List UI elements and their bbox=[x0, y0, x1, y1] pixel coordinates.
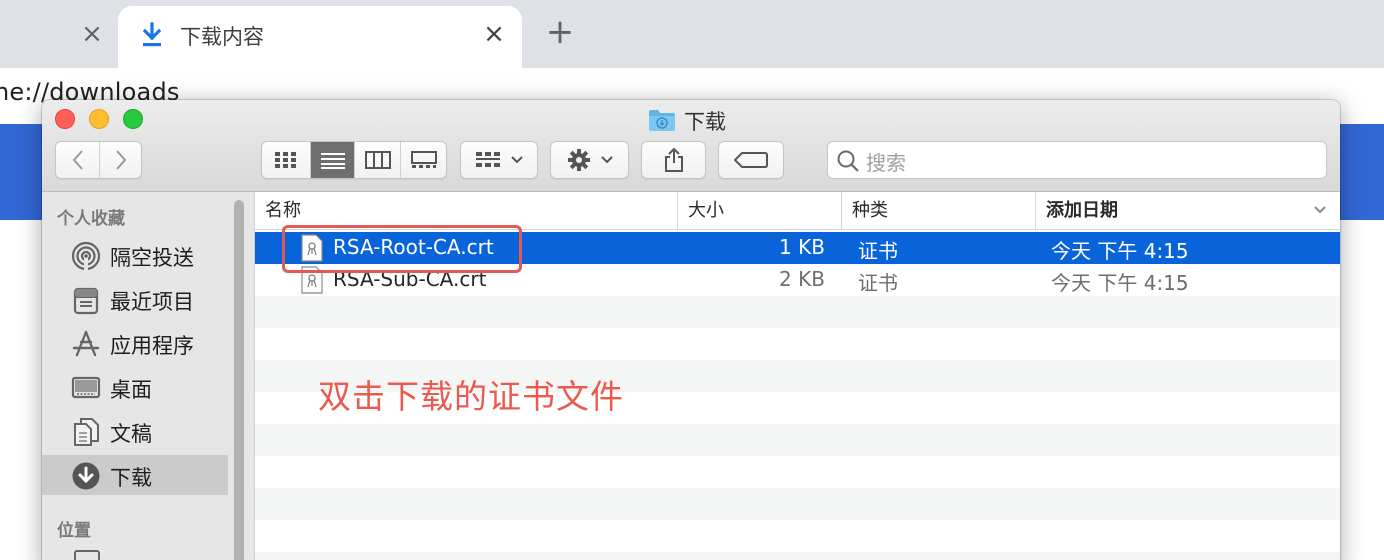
documents-icon bbox=[74, 418, 99, 446]
column-view-button[interactable] bbox=[354, 142, 400, 178]
computer-icon bbox=[74, 550, 100, 560]
previous-tab-close-button[interactable]: × bbox=[78, 20, 106, 48]
sidebar-item-recents[interactable]: 最近项目 bbox=[42, 279, 228, 319]
sort-chevron-down-icon bbox=[1314, 206, 1326, 214]
finder-titlebar: 下载 搜索 bbox=[42, 100, 1340, 192]
chevron-right-icon bbox=[115, 150, 126, 170]
tab-close-button[interactable]: × bbox=[480, 20, 508, 48]
applications-icon bbox=[72, 330, 100, 357]
sidebar-item-downloads[interactable]: 下载 bbox=[42, 455, 228, 495]
group-by-content bbox=[461, 142, 537, 178]
sidebar-item-documents[interactable]: 文稿 bbox=[42, 411, 228, 451]
empty-row bbox=[255, 552, 1340, 560]
file-kind: 证书 bbox=[858, 271, 898, 295]
sidebar-item-label: 桌面 bbox=[110, 378, 152, 402]
empty-row bbox=[255, 488, 1340, 520]
column-header-date-added[interactable]: 添加日期 bbox=[1035, 192, 1340, 230]
list-view-icon bbox=[320, 153, 345, 169]
tab-title: 下载内容 bbox=[180, 25, 264, 49]
download-arrow-icon bbox=[142, 22, 162, 47]
action-menu-content bbox=[551, 142, 628, 178]
chevron-down-icon bbox=[600, 156, 613, 164]
group-by-icon bbox=[476, 152, 500, 167]
file-date-added: 今天 下午 4:15 bbox=[1051, 271, 1189, 295]
sidebar-item-label: 应用程序 bbox=[110, 334, 194, 358]
empty-row bbox=[255, 328, 1340, 360]
highlight-box bbox=[282, 225, 522, 273]
file-size: 1 KB bbox=[779, 235, 825, 259]
tab-downloads[interactable]: 下载内容 × bbox=[118, 6, 522, 68]
sidebar-item-airdrop[interactable]: 隔空投送 bbox=[42, 235, 228, 275]
view-mode-control bbox=[261, 141, 447, 179]
sidebar-item-label: 下载 bbox=[110, 466, 152, 490]
icon-view-button[interactable] bbox=[262, 142, 310, 178]
window-close-button[interactable] bbox=[55, 109, 75, 129]
gallery-view-button[interactable] bbox=[400, 142, 446, 178]
empty-row bbox=[255, 424, 1340, 456]
window-title-text: 下载 bbox=[684, 110, 726, 134]
finder-sidebar: 个人收藏 隔空投送 最近项目 应用程序 桌面 文稿 下载 位置 bbox=[42, 192, 254, 560]
sidebar-item-desktop[interactable]: 桌面 bbox=[42, 367, 228, 407]
recents-icon bbox=[73, 287, 99, 315]
share-content bbox=[642, 142, 705, 178]
column-header-kind[interactable]: 种类 bbox=[841, 192, 1035, 230]
file-size: 2 KB bbox=[779, 267, 825, 291]
search-icon bbox=[837, 150, 859, 172]
desktop-icon bbox=[71, 376, 101, 399]
search-placeholder: 搜索 bbox=[866, 151, 906, 175]
airdrop-icon bbox=[71, 241, 101, 271]
list-view-button[interactable] bbox=[310, 142, 354, 178]
tag-button[interactable] bbox=[718, 141, 784, 179]
downloads-icon bbox=[72, 462, 100, 490]
icon-view-icon bbox=[275, 152, 296, 168]
locations-heading: 位置 bbox=[57, 521, 91, 541]
forward-button[interactable] bbox=[99, 142, 141, 178]
empty-row bbox=[255, 296, 1340, 328]
empty-row bbox=[255, 456, 1340, 488]
gear-icon bbox=[567, 149, 590, 171]
sidebar-item-label: 最近项目 bbox=[110, 290, 194, 314]
new-tab-button[interactable]: + bbox=[544, 15, 576, 49]
window-zoom-button[interactable] bbox=[123, 109, 143, 129]
tag-content bbox=[719, 142, 783, 178]
annotation-text: 双击下载的证书文件 bbox=[318, 377, 624, 416]
downloads-folder-icon bbox=[649, 110, 675, 131]
sidebar-item-applications[interactable]: 应用程序 bbox=[42, 323, 228, 363]
file-kind: 证书 bbox=[858, 239, 898, 263]
window-minimize-button[interactable] bbox=[89, 109, 109, 129]
chevron-left-icon bbox=[72, 150, 83, 170]
column-header-date-label: 添加日期 bbox=[1046, 200, 1118, 221]
chevron-down-icon bbox=[511, 156, 523, 164]
action-menu-button[interactable] bbox=[550, 141, 629, 179]
tag-icon bbox=[734, 152, 768, 168]
browser-tabstrip: × 下载内容 × + bbox=[0, 0, 1384, 68]
group-by-button[interactable] bbox=[460, 141, 538, 179]
gallery-view-icon bbox=[410, 151, 437, 168]
search-field[interactable]: 搜索 bbox=[827, 141, 1327, 179]
column-view-icon bbox=[364, 151, 391, 169]
empty-row bbox=[255, 520, 1340, 552]
sidebar-scrollbar[interactable] bbox=[234, 200, 244, 560]
column-header-size[interactable]: 大小 bbox=[677, 192, 841, 230]
share-icon bbox=[664, 147, 683, 172]
favorites-heading: 个人收藏 bbox=[57, 209, 125, 229]
nav-buttons bbox=[55, 141, 142, 179]
sidebar-item-label: 隔空投送 bbox=[110, 246, 194, 270]
sidebar-item-label: 文稿 bbox=[110, 422, 152, 446]
finder-window: 下载 搜索 个人收藏 隔空投送 最近项目 应用程序 桌面 文稿 下载 位置 名称… bbox=[42, 100, 1340, 560]
file-date-added: 今天 下午 4:15 bbox=[1051, 239, 1189, 263]
share-button[interactable] bbox=[641, 141, 706, 179]
back-button[interactable] bbox=[56, 142, 99, 178]
